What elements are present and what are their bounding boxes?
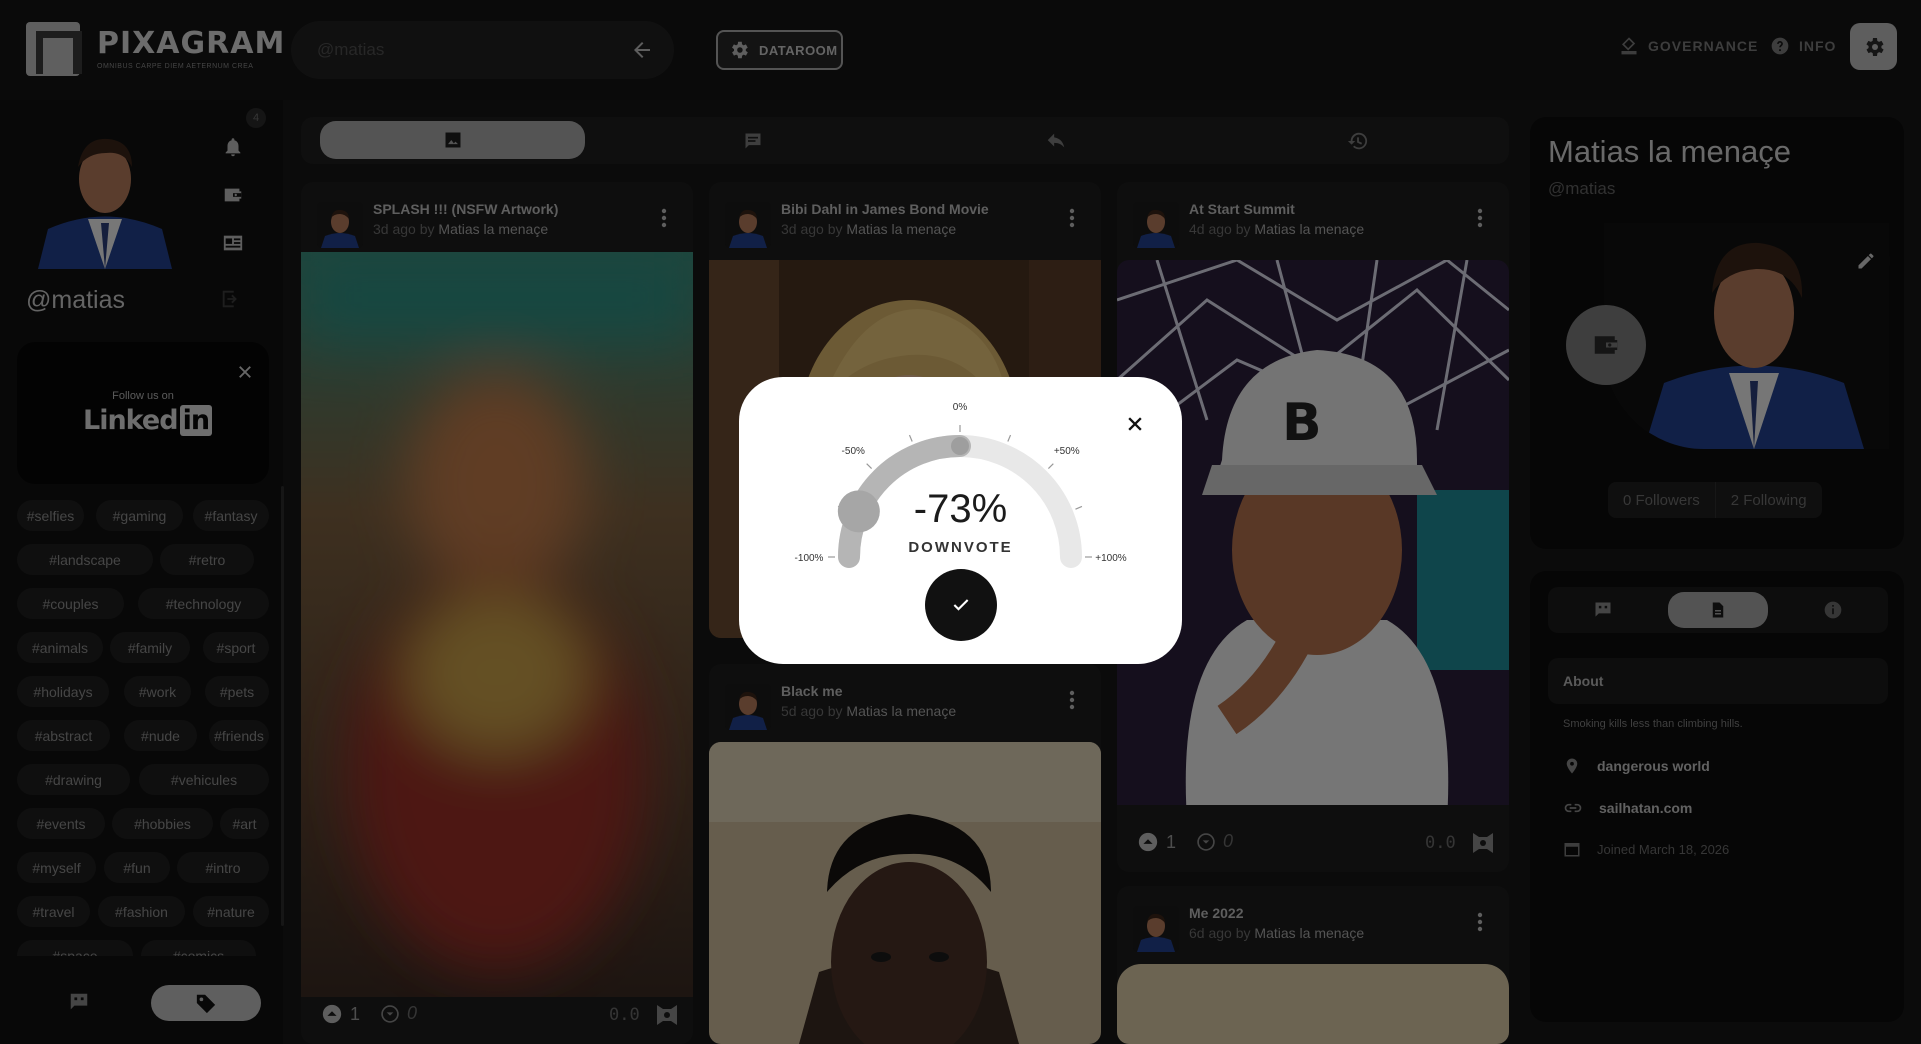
- check-icon: [953, 599, 969, 611]
- gauge-zero-marker: [951, 437, 969, 455]
- vote-value: -73%: [913, 487, 1008, 531]
- confirm-vote-button[interactable]: [925, 569, 997, 641]
- vote-modal: -100% -50% 0% +50% +100% -73% DOWNVOTE: [739, 377, 1182, 664]
- close-icon[interactable]: [1125, 414, 1145, 434]
- gauge-tick-label: +50%: [1054, 446, 1080, 457]
- gauge-tick: [1007, 434, 1012, 442]
- gauge-tick-label: 0%: [953, 402, 968, 413]
- gauge-tick: [908, 434, 913, 442]
- gauge-tick: [866, 463, 873, 470]
- vote-label: DOWNVOTE: [908, 539, 1013, 556]
- gauge-tick: [1047, 463, 1054, 470]
- gauge-tick-label: -50%: [842, 446, 865, 457]
